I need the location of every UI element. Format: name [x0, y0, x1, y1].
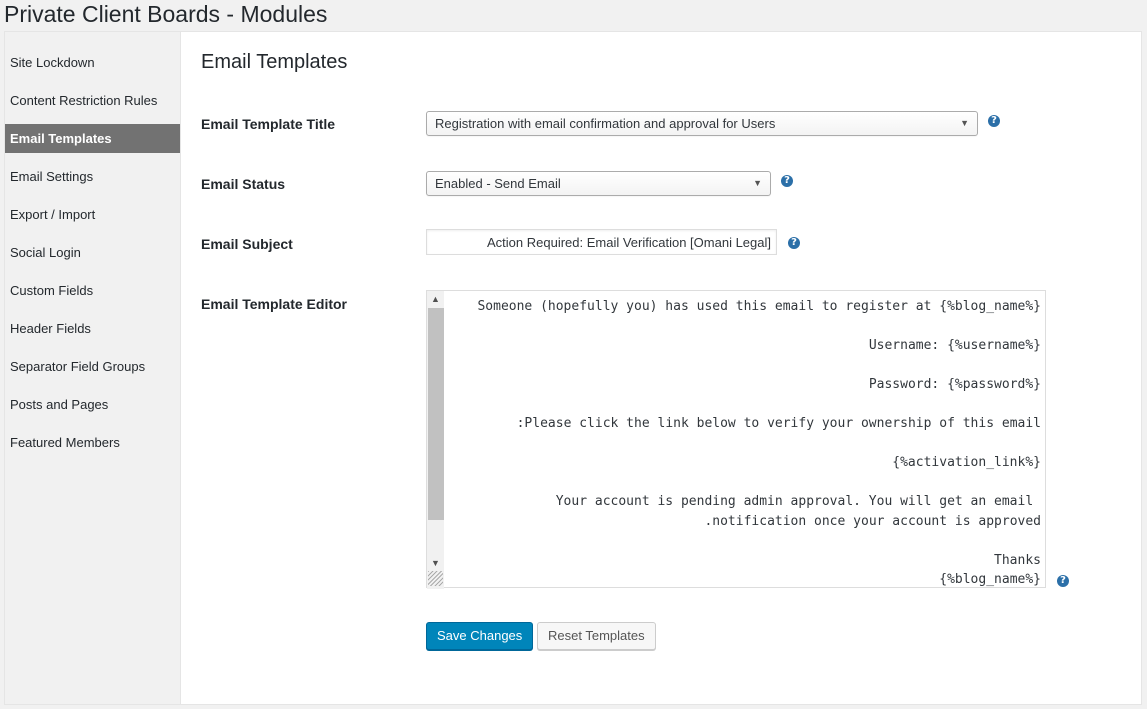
chevron-down-icon: ▼ — [960, 118, 969, 128]
editor-line: {%blog_name%} — [939, 572, 1041, 587]
sidebar-item-email-settings[interactable]: Email Settings — [5, 162, 180, 191]
sidebar-item-header-fields[interactable]: Header Fields — [5, 314, 180, 343]
email-status-label: Email Status — [201, 176, 286, 192]
sidebar-item-custom-fields[interactable]: Custom Fields — [5, 276, 180, 305]
help-icon[interactable]: ? — [1057, 575, 1069, 587]
sidebar-item-separator-field-groups[interactable]: Separator Field Groups — [5, 352, 180, 381]
template-title-value: Registration with email confirmation and… — [435, 116, 776, 131]
sidebar-item-social-login[interactable]: Social Login — [5, 238, 180, 267]
editor-scrollbar-thumb[interactable] — [428, 308, 444, 520]
editor-line: :Please click the link below to verify y… — [516, 416, 1041, 431]
sidebar-item-featured-members[interactable]: Featured Members — [5, 428, 180, 457]
editor-line: Someone (hopefully you) has used this em… — [477, 299, 1041, 314]
email-status-value: Enabled - Send Email — [435, 176, 561, 191]
email-subject-label: Email Subject — [201, 236, 293, 252]
sidebar-item-site-lockdown[interactable]: Site Lockdown — [5, 48, 180, 77]
email-templates-content: Email Templates Email Template Title Reg… — [201, 32, 1131, 704]
editor-line: Thanks — [994, 552, 1041, 568]
chevron-down-icon: ▼ — [753, 178, 762, 188]
template-title-label: Email Template Title — [201, 116, 336, 132]
email-subject-input[interactable] — [426, 229, 777, 255]
reset-templates-button[interactable]: Reset Templates — [537, 622, 656, 650]
editor-line: Username: {%username%} — [868, 338, 1041, 353]
chevron-down-icon[interactable]: ▼ — [427, 555, 444, 572]
editor-text[interactable]: Someone (hopefully you) has used this em… — [451, 297, 1041, 590]
help-icon[interactable]: ? — [781, 175, 793, 187]
help-icon[interactable]: ? — [988, 115, 1000, 127]
editor-line: .notification once your account is appro… — [704, 513, 1041, 529]
help-icon[interactable]: ? — [788, 237, 800, 249]
template-editor-textarea[interactable]: ▲ ▼ Someone (hopefully you) has used thi… — [426, 290, 1046, 590]
template-editor-label: Email Template Editor — [201, 296, 347, 312]
resize-grip-icon[interactable] — [428, 571, 443, 586]
sidebar-item-content-restriction-rules[interactable]: Content Restriction Rules — [5, 86, 180, 115]
section-title: Email Templates — [201, 51, 348, 73]
modules-panel: Site Lockdown Content Restriction Rules … — [4, 31, 1142, 705]
editor-line: {%activation_link%} — [892, 455, 1041, 470]
editor-line: Your account is pending admin approval. … — [555, 494, 1041, 509]
save-changes-button[interactable]: Save Changes — [426, 622, 534, 650]
sidebar-item-posts-and-pages[interactable]: Posts and Pages — [5, 390, 180, 419]
page-title: Private Client Boards - Modules — [4, 1, 328, 27]
sidebar-item-export-import[interactable]: Export / Import — [5, 200, 180, 229]
editor-scrollbar[interactable]: ▲ ▼ — [427, 291, 444, 589]
sidebar-item-email-templates[interactable]: Email Templates — [5, 124, 180, 153]
email-status-select[interactable]: Enabled - Send Email ▼ — [426, 171, 771, 196]
template-title-select[interactable]: Registration with email confirmation and… — [426, 111, 978, 136]
chevron-up-icon[interactable]: ▲ — [427, 291, 444, 308]
editor-line: Password: {%password%} — [868, 377, 1041, 392]
modules-sidebar: Site Lockdown Content Restriction Rules … — [5, 32, 181, 704]
